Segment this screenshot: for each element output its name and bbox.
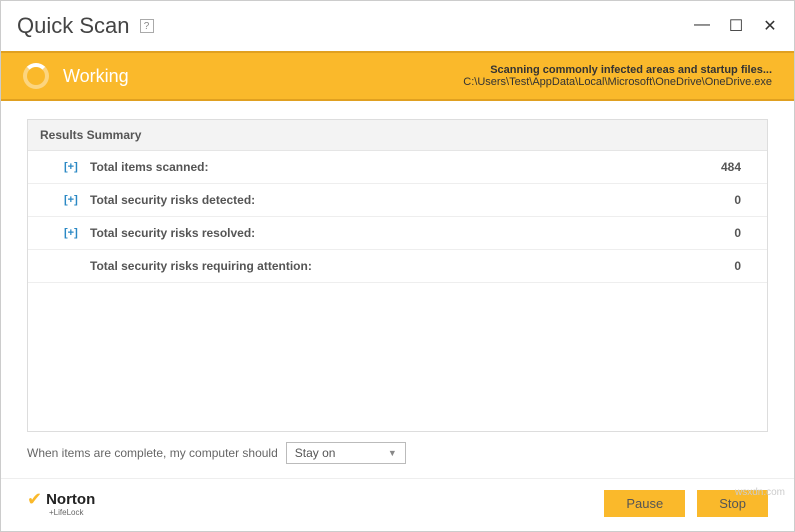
expand-icon[interactable]: [+] — [64, 227, 80, 239]
help-icon[interactable]: ? — [140, 19, 154, 33]
row-value: 0 — [734, 193, 755, 207]
row-label: Total security risks detected: — [90, 193, 255, 207]
status-label: Working — [63, 66, 129, 87]
row-value: 0 — [734, 226, 755, 240]
logo-subtext: +LifeLock — [49, 508, 95, 517]
result-row-detected: [+] Total security risks detected: 0 — [28, 184, 767, 217]
titlebar: Quick Scan ? — ☐ ✕ — [1, 1, 794, 51]
window-title: Quick Scan — [17, 13, 130, 39]
after-action-row: When items are complete, my computer sho… — [27, 442, 768, 464]
status-bar: Working Scanning commonly infected areas… — [1, 51, 794, 101]
logo-text: Norton — [46, 491, 95, 508]
status-detail: Scanning commonly infected areas and sta… — [463, 64, 772, 88]
row-value: 0 — [734, 259, 755, 273]
watermark: wsxdn.com — [735, 487, 785, 498]
content-area: Results Summary [+] Total items scanned:… — [1, 101, 794, 472]
result-row-scanned: [+] Total items scanned: 484 — [28, 151, 767, 184]
row-label: Total security risks resolved: — [90, 226, 255, 240]
spinner-icon — [23, 63, 49, 89]
logo-check-icon: ✔ — [27, 489, 42, 510]
after-action-select[interactable]: Stay on ▼ — [286, 442, 406, 464]
close-button[interactable]: ✕ — [762, 16, 778, 36]
chevron-down-icon: ▼ — [388, 448, 397, 458]
pause-button[interactable]: Pause — [604, 490, 685, 517]
status-heading: Scanning commonly infected areas and sta… — [463, 64, 772, 76]
results-box: Results Summary [+] Total items scanned:… — [27, 119, 768, 432]
logo: ✔ Norton +LifeLock — [27, 489, 95, 517]
row-label: Total items scanned: — [90, 160, 208, 174]
expand-icon[interactable]: [+] — [64, 161, 80, 173]
select-value: Stay on — [295, 446, 336, 460]
minimize-button[interactable]: — — [694, 16, 710, 36]
window-controls: — ☐ ✕ — [694, 16, 778, 36]
result-row-resolved: [+] Total security risks resolved: 0 — [28, 217, 767, 250]
row-value: 484 — [721, 160, 755, 174]
status-path: C:\Users\Test\AppData\Local\Microsoft\On… — [463, 76, 772, 88]
result-row-attention: Total security risks requiring attention… — [28, 250, 767, 283]
maximize-button[interactable]: ☐ — [728, 16, 744, 36]
results-header: Results Summary — [28, 120, 767, 151]
footer: ✔ Norton +LifeLock Pause Stop — [1, 478, 794, 531]
row-label: Total security risks requiring attention… — [90, 259, 312, 273]
scan-window: Quick Scan ? — ☐ ✕ Working Scanning comm… — [0, 0, 795, 532]
after-action-label: When items are complete, my computer sho… — [27, 446, 278, 460]
expand-icon[interactable]: [+] — [64, 194, 80, 206]
